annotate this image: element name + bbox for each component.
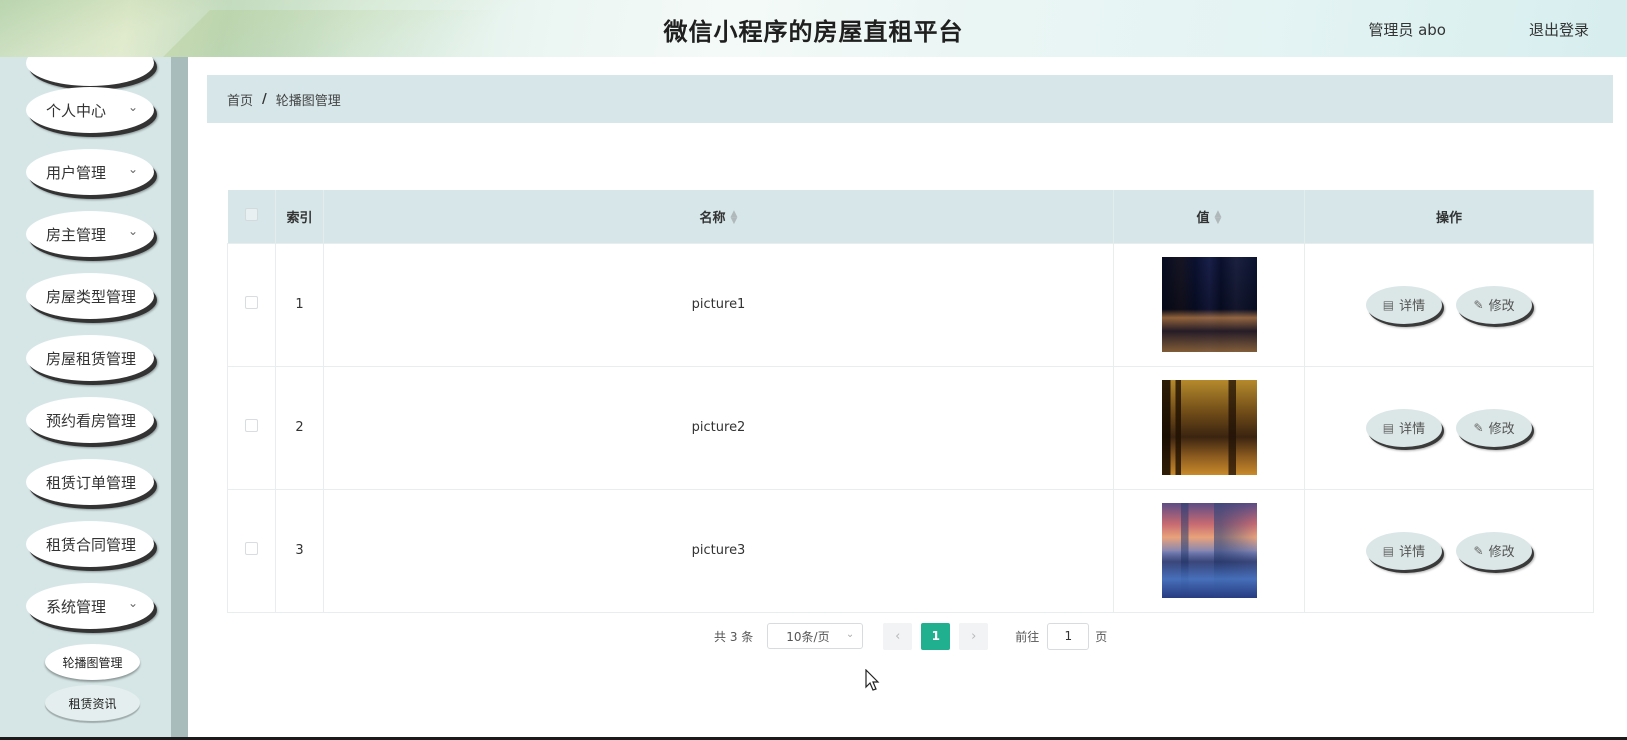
row-name: picture2 <box>323 365 1114 489</box>
row-checkbox[interactable] <box>245 419 258 432</box>
table-row: 1 picture1 ▤ 详情 ✎ 修改 <box>227 242 1594 366</box>
column-header-name[interactable]: 名称 ▲ ▼ <box>323 190 1114 243</box>
chevron-down-icon: ⌄ <box>127 100 138 114</box>
goto-label: 前往 <box>1015 629 1040 644</box>
sidebar-item-label: 房主管理 <box>46 225 107 244</box>
row-index: 2 <box>275 365 324 489</box>
sidebar-item-system-management[interactable]: 系统管理 ⌄ <box>26 583 154 629</box>
sidebar-item-personal-center[interactable]: 个人中心 ⌄ <box>26 87 154 133</box>
edit-button-label: 修改 <box>1488 545 1515 560</box>
row-index: 3 <box>275 488 324 613</box>
column-header-index: 索引 <box>275 190 324 243</box>
mouse-cursor-icon <box>865 669 880 691</box>
prev-page-button[interactable]: ‹ <box>883 622 913 650</box>
carousel-image-thumbnail[interactable] <box>1161 380 1257 475</box>
sidebar-item-landlord-management[interactable]: 房主管理 ⌄ <box>26 211 154 257</box>
goto-page-input[interactable] <box>1047 622 1090 650</box>
breadcrumb-home-link[interactable]: 首页 <box>227 90 253 109</box>
sidebar-item-label: 租赁合同管理 <box>46 535 137 554</box>
column-header-value-label: 值 <box>1196 210 1210 226</box>
detail-button-label: 详情 <box>1399 545 1426 560</box>
pencil-icon: ✎ <box>1473 543 1484 558</box>
detail-button-label: 详情 <box>1399 422 1426 437</box>
table-row: 3 picture3 ▤ 详情 ✎ 修改 <box>227 488 1594 613</box>
column-header-name-label: 名称 <box>699 210 726 226</box>
pagination-total: 共 3 条 <box>714 629 754 644</box>
edit-button-label: 修改 <box>1488 422 1515 437</box>
sidebar-item-rental-order-management[interactable]: 租赁订单管理 <box>26 459 154 505</box>
sidebar-item-rental-contract-management[interactable]: 租赁合同管理 <box>26 521 154 567</box>
sidebar-item-house-type-management[interactable]: 房屋类型管理 <box>26 273 154 319</box>
row-index: 1 <box>275 242 324 366</box>
sidebar-scrollbar[interactable] <box>171 57 188 740</box>
detail-button-label: 详情 <box>1399 299 1426 314</box>
breadcrumb-separator: / <box>262 91 267 107</box>
select-all-checkbox[interactable] <box>244 207 258 221</box>
carousel-image-thumbnail[interactable] <box>1161 503 1257 598</box>
edit-button-label: 修改 <box>1488 299 1515 314</box>
row-name: picture3 <box>323 488 1114 613</box>
breadcrumb-current: 轮播图管理 <box>275 93 341 109</box>
detail-button[interactable]: ▤ 详情 <box>1365 285 1442 324</box>
sidebar-item-label: 系统管理 <box>46 597 107 616</box>
select-all-cell <box>227 190 276 243</box>
page-size-value: 10条/页 <box>786 629 830 644</box>
edit-button[interactable]: ✎ 修改 <box>1456 285 1533 324</box>
sidebar-item-label: 房屋类型管理 <box>46 287 137 306</box>
detail-button[interactable]: ▤ 详情 <box>1365 408 1442 447</box>
sidebar-item-viewing-appointment-management[interactable]: 预约看房管理 <box>26 397 154 443</box>
carousel-table: 索引 名称 ▲ ▼ 值 ▲ ▼ 操作 1 picture1 ▤ 详情 ✎ 修改 2 pict… <box>227 190 1594 613</box>
sidebar-subitem-rental-news[interactable]: 租赁资讯 <box>45 685 140 721</box>
pencil-icon: ✎ <box>1473 297 1484 312</box>
document-icon: ▤ <box>1382 297 1395 312</box>
sort-icon[interactable]: ▲ ▼ <box>1215 210 1222 226</box>
row-checkbox[interactable] <box>245 296 258 309</box>
page-number-button[interactable]: 1 <box>921 622 951 650</box>
carousel-image-thumbnail[interactable] <box>1161 257 1257 352</box>
breadcrumb: 首页 / 轮播图管理 <box>207 75 1613 123</box>
row-checkbox[interactable] <box>245 542 258 555</box>
document-icon: ▤ <box>1382 543 1395 558</box>
row-name: picture1 <box>323 242 1114 366</box>
pagination: 共 3 条 10条/页 ⌄ ‹ 1 › 前往 页 <box>714 622 1107 650</box>
sidebar-item-house-rental-management[interactable]: 房屋租赁管理 <box>26 335 154 381</box>
table-row: 2 picture2 ▤ 详情 ✎ 修改 <box>227 365 1594 489</box>
page-suffix-label: 页 <box>1095 629 1108 644</box>
sidebar-item-label: 租赁订单管理 <box>46 473 137 492</box>
sidebar-item-label: 预约看房管理 <box>46 411 137 430</box>
chevron-down-icon: ⌄ <box>127 596 138 610</box>
column-header-value[interactable]: 值 ▲ ▼ <box>1113 190 1305 243</box>
chevron-down-icon: ⌄ <box>127 224 138 238</box>
logout-link[interactable]: 退出登录 <box>1529 19 1589 40</box>
sidebar-subitem-carousel-management[interactable]: 轮播图管理 <box>45 644 140 680</box>
sidebar-item-label: 房屋租赁管理 <box>46 349 137 368</box>
edit-button[interactable]: ✎ 修改 <box>1456 408 1533 447</box>
sidebar-item-label: 个人中心 <box>46 101 107 120</box>
sidebar: 个人中心 ⌄ 用户管理 ⌄ 房主管理 ⌄ 房屋类型管理 房屋租赁管理 预约看房管… <box>0 57 188 740</box>
document-icon: ▤ <box>1382 420 1395 435</box>
top-header: 微信小程序的房屋直租平台 管理员 abo 退出登录 <box>0 0 1627 57</box>
sidebar-item-truncated[interactable] <box>26 57 154 86</box>
page-size-select[interactable]: 10条/页 ⌄ <box>767 623 864 649</box>
next-page-button[interactable]: › <box>959 622 989 650</box>
sidebar-item-user-management[interactable]: 用户管理 ⌄ <box>26 149 154 195</box>
pencil-icon: ✎ <box>1473 420 1484 435</box>
column-header-actions: 操作 <box>1304 190 1594 243</box>
table-header-row: 索引 名称 ▲ ▼ 值 ▲ ▼ 操作 <box>227 190 1594 243</box>
sidebar-item-label: 用户管理 <box>46 163 107 182</box>
chevron-down-icon: ⌄ <box>127 162 138 176</box>
detail-button[interactable]: ▤ 详情 <box>1365 531 1442 570</box>
chevron-down-icon: ⌄ <box>845 629 855 640</box>
admin-user-label: 管理员 abo <box>1368 21 1446 39</box>
sort-icon[interactable]: ▲ ▼ <box>731 210 738 226</box>
edit-button[interactable]: ✎ 修改 <box>1456 531 1533 570</box>
